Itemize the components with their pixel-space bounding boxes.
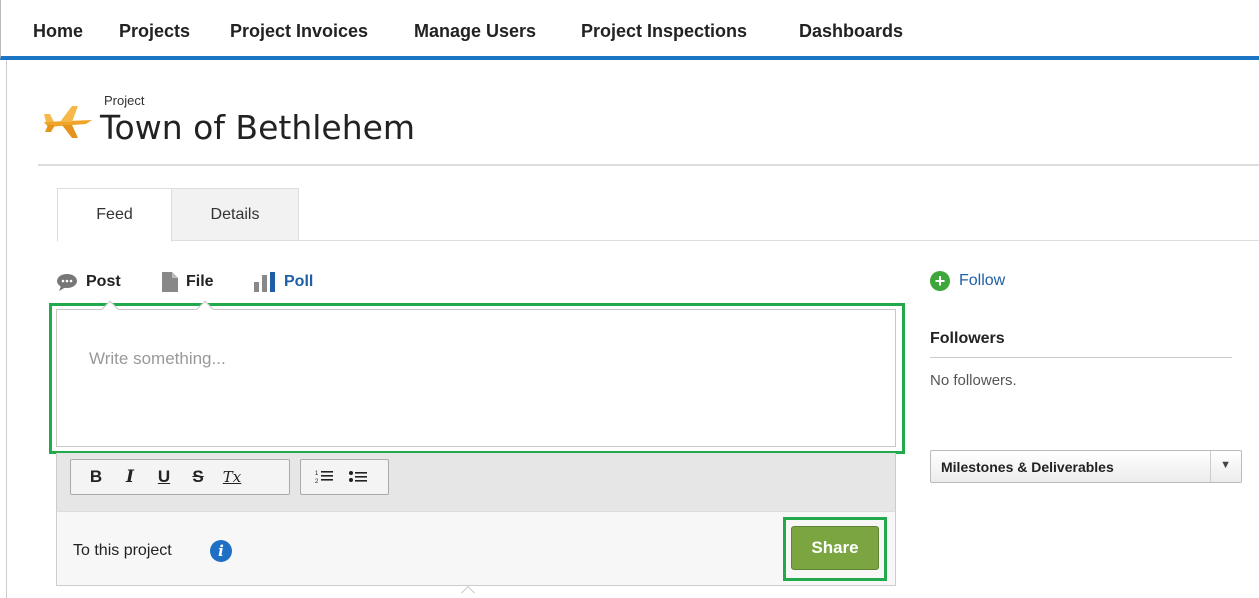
top-navigation: Home Projects Project Invoices Manage Us… — [0, 0, 1259, 60]
strikethrough-button[interactable]: S — [181, 460, 215, 494]
object-type-label: Project — [104, 93, 145, 108]
publisher-file[interactable]: File — [162, 270, 214, 294]
speech-bubble-icon — [57, 274, 77, 291]
bulleted-list-icon[interactable] — [341, 460, 375, 494]
poll-chart-icon — [254, 272, 275, 292]
formatting-toolbar: B I U S Tx 1 2 — [56, 453, 896, 511]
nav-project-invoices[interactable]: Project Invoices — [230, 21, 368, 42]
feed-pointer — [460, 585, 476, 598]
tab-bar: Feed Details — [57, 188, 1259, 242]
svg-text:2: 2 — [315, 479, 319, 485]
clear-format-button[interactable]: Tx — [215, 460, 249, 494]
nav-home[interactable]: Home — [33, 21, 83, 42]
plus-circle-icon: + — [930, 271, 950, 291]
nav-dashboards[interactable]: Dashboards — [799, 21, 903, 42]
left-border — [6, 60, 7, 598]
chevron-down-icon: ▼ — [1220, 459, 1231, 471]
publisher-post[interactable]: Post — [56, 270, 121, 294]
publisher-poll-label: Poll — [284, 273, 314, 290]
numbered-list-icon[interactable]: 1 2 — [307, 460, 341, 494]
follow-label: Follow — [959, 272, 1006, 289]
publisher-post-label: Post — [86, 273, 121, 290]
nav-manage-users[interactable]: Manage Users — [414, 21, 536, 42]
related-list-value: Milestones & Deliverables — [941, 459, 1114, 475]
airplane-icon — [44, 106, 92, 138]
italic-button[interactable]: I — [113, 460, 147, 494]
follow-link[interactable]: + Follow — [930, 271, 1005, 291]
underline-button[interactable]: U — [147, 460, 181, 494]
composer-footer: To this project i — [56, 511, 896, 586]
nav-project-inspections[interactable]: Project Inspections — [581, 21, 747, 42]
publisher-poll[interactable]: Poll — [254, 270, 313, 294]
related-list-select[interactable]: Milestones & Deliverables ▼ — [930, 450, 1242, 483]
nav-projects[interactable]: Projects — [119, 21, 190, 42]
select-divider — [1210, 451, 1211, 482]
followers-heading: Followers — [930, 330, 1232, 358]
bold-button[interactable]: B — [79, 460, 113, 494]
post-composer[interactable]: Write something... — [56, 300, 896, 447]
tab-details[interactable]: Details — [172, 188, 299, 241]
list-format-group: 1 2 — [300, 459, 389, 495]
audience-label: To this project — [73, 542, 172, 559]
publisher-file-label: File — [186, 273, 214, 290]
file-icon — [162, 272, 178, 292]
composer-placeholder: Write something... — [89, 349, 226, 368]
text-format-group: B I U S Tx — [70, 459, 290, 495]
share-button[interactable]: Share — [791, 526, 879, 570]
page-title: Town of Bethlehem — [100, 108, 416, 147]
page-header: Project Town of Bethlehem — [38, 80, 1259, 166]
followers-empty-text: No followers. — [930, 372, 1017, 389]
tab-feed[interactable]: Feed — [57, 188, 172, 242]
info-icon[interactable]: i — [210, 540, 232, 562]
svg-text:1: 1 — [315, 471, 319, 477]
